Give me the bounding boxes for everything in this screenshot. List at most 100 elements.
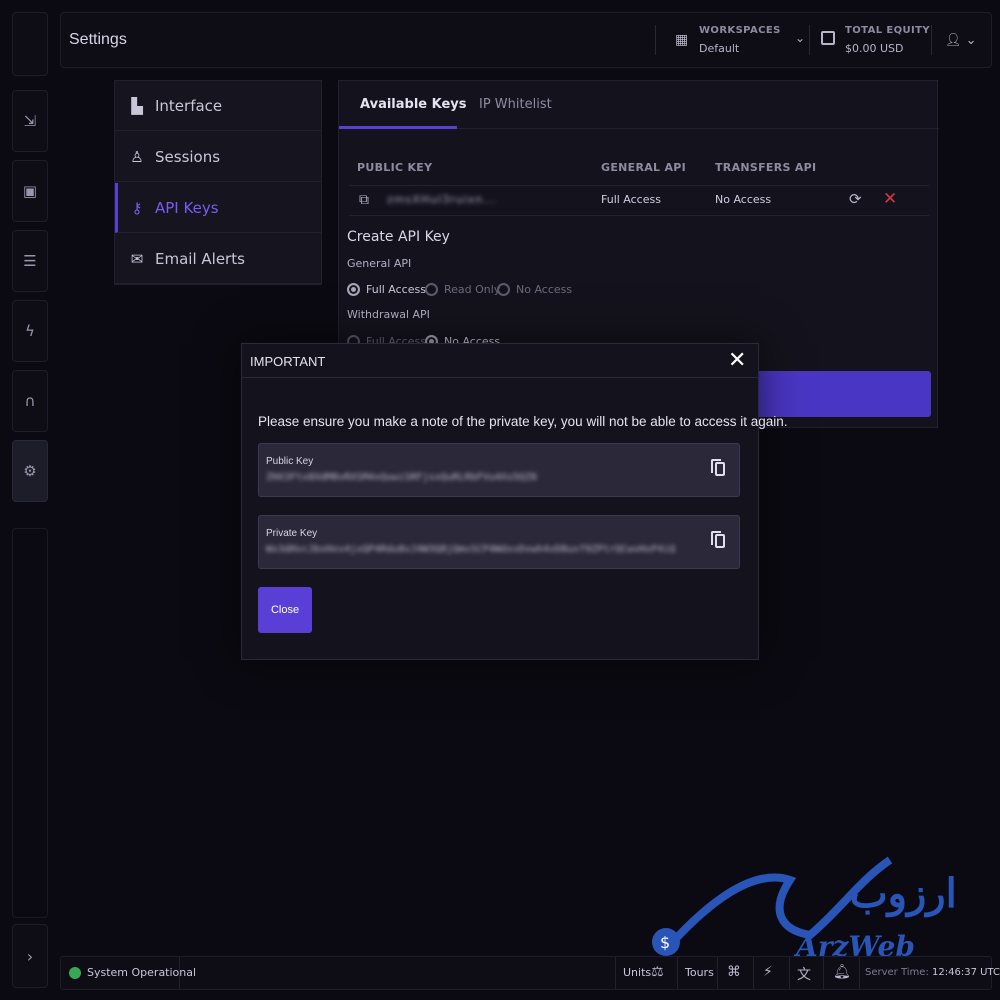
menu-item-sessions[interactable]: ♙ Sessions bbox=[115, 132, 321, 182]
important-modal: IMPORTANT ✕ Please ensure you make a not… bbox=[241, 343, 788, 660]
general-api-label: General API bbox=[347, 257, 412, 270]
create-api-key-title: Create API Key bbox=[347, 229, 450, 245]
left-rail: ⇲ ▣ ☰ ϟ ∩ ⚙ › bbox=[12, 12, 48, 988]
radio-general-full-access[interactable]: Full Access bbox=[347, 283, 426, 296]
column-header-transfers-api: TRANSFERS API bbox=[715, 161, 817, 174]
divider bbox=[349, 185, 929, 186]
workspaces-label: WORKSPACES bbox=[699, 25, 781, 36]
radio-label: Full Access bbox=[366, 283, 426, 296]
tours-button[interactable]: Tours bbox=[685, 966, 714, 979]
command-icon[interactable]: ⌘ bbox=[727, 964, 741, 980]
footer-divider bbox=[753, 957, 754, 989]
radio-label: Read Only bbox=[444, 283, 501, 296]
public-key-value: ZHX3Ftx8XdM8vRXSM4xQuwiSRFjsxQuRLRbFVu4X… bbox=[266, 472, 537, 483]
close-icon[interactable]: ✕ bbox=[728, 348, 746, 373]
modal-message: Please ensure you make a note of the pri… bbox=[258, 414, 788, 429]
menu-item-label: API Keys bbox=[155, 198, 219, 217]
transfers-api-cell: No Access bbox=[715, 193, 772, 206]
header-divider bbox=[655, 25, 656, 55]
radio-general-no-access[interactable]: No Access bbox=[497, 283, 572, 296]
radio-label: No Access bbox=[516, 283, 573, 296]
general-api-cell: Full Access bbox=[601, 193, 661, 206]
layout-icon: ▙ bbox=[131, 96, 143, 115]
mail-icon: ✉ bbox=[130, 249, 144, 268]
radio-dot bbox=[425, 283, 438, 296]
refresh-icon[interactable]: ⟳ bbox=[849, 190, 862, 208]
footer-divider bbox=[615, 957, 616, 989]
wallet-icon[interactable]: ▣ bbox=[12, 160, 48, 222]
menu-item-label: Email Alerts bbox=[155, 249, 245, 268]
top-header: Settings ▦ WORKSPACES Default ⌄ TOTAL EQ… bbox=[60, 12, 992, 68]
menu-item-api-keys[interactable]: ⚷ API Keys bbox=[115, 183, 321, 233]
private-key-field: Private Key Wx3dHvcJbxHxv4jxQP4Rdu8vJ4W3… bbox=[258, 515, 740, 569]
create-key-button[interactable] bbox=[739, 371, 931, 417]
private-key-label: Private Key bbox=[266, 528, 318, 539]
footer-divider bbox=[677, 957, 678, 989]
list-icon[interactable]: ☰ bbox=[12, 230, 48, 292]
headset-icon[interactable]: ∩ bbox=[12, 370, 48, 432]
server-time-label: Server Time: bbox=[865, 967, 929, 978]
workspaces-value: Default bbox=[699, 42, 740, 55]
modal-header: IMPORTANT ✕ bbox=[242, 344, 758, 378]
rail-spacer bbox=[12, 528, 48, 918]
user-sessions-icon: ♙ bbox=[130, 147, 144, 166]
public-key-label: Public Key bbox=[266, 456, 314, 467]
status-footer: System Operational Units ⚖ Tours ⌘ ⚡ 文 🔔… bbox=[60, 956, 1000, 990]
page-title: Settings bbox=[69, 31, 127, 48]
copy-icon[interactable] bbox=[711, 459, 725, 476]
copy-icon[interactable]: ⧉ bbox=[359, 192, 369, 208]
footer-divider bbox=[789, 957, 790, 989]
rail-logo-slot bbox=[12, 12, 48, 76]
footer-divider bbox=[859, 957, 860, 989]
tab-available-keys[interactable]: Available Keys bbox=[360, 97, 467, 112]
units-icon[interactable]: ⚖ bbox=[651, 964, 664, 980]
server-time: Server Time: 12:46:37 UTC bbox=[865, 967, 1000, 978]
header-divider bbox=[931, 25, 932, 55]
bolt-icon[interactable]: ⚡ bbox=[763, 964, 773, 980]
copy-icon[interactable] bbox=[711, 531, 725, 548]
private-key-value: Wx3dHvcJbxHxv4jxQP4Rdu8vJ4W3Q8jQmvSCP4Wd… bbox=[266, 544, 676, 555]
user-menu-icon[interactable]: 👤︎ ⌄ bbox=[945, 33, 977, 48]
modal-title: IMPORTANT bbox=[250, 354, 326, 369]
menu-item-email-alerts[interactable]: ✉ Email Alerts bbox=[115, 234, 321, 284]
menu-item-interface[interactable]: ▙ Interface bbox=[115, 81, 321, 131]
close-button[interactable]: Close bbox=[258, 587, 312, 633]
swap-icon[interactable]: ⇲ bbox=[12, 90, 48, 152]
withdrawal-api-label: Withdrawal API bbox=[347, 308, 430, 321]
arzweb-watermark: $ ارزوب ArzWeb bbox=[640, 850, 960, 970]
server-time-value: 12:46:37 UTC bbox=[932, 967, 1000, 978]
equity-label: TOTAL EQUITY bbox=[845, 25, 930, 36]
footer-divider bbox=[823, 957, 824, 989]
settings-gear-icon[interactable]: ⚙ bbox=[12, 440, 48, 502]
footer-divider bbox=[717, 957, 718, 989]
settings-menu: ▙ Interface ♙ Sessions ⚷ API Keys ✉ Emai… bbox=[114, 80, 322, 285]
grid-icon: ▦ bbox=[675, 32, 689, 48]
translate-icon[interactable]: 文 bbox=[797, 964, 811, 984]
radio-dot bbox=[497, 283, 510, 296]
svg-text:$: $ bbox=[660, 933, 670, 952]
tab-ip-whitelist[interactable]: IP Whitelist bbox=[479, 97, 552, 112]
menu-item-label: Interface bbox=[155, 96, 223, 115]
lightning-icon[interactable]: ϟ bbox=[12, 300, 48, 362]
tab-bar: Available Keys IP Whitelist bbox=[339, 81, 939, 129]
key-icon: ⚷ bbox=[131, 198, 143, 217]
bell-icon[interactable]: 🔔︎ bbox=[833, 964, 851, 980]
public-key-cell: zmsXHuI3ruixn... bbox=[387, 193, 497, 206]
active-tab-indicator bbox=[339, 126, 457, 129]
radio-dot bbox=[347, 283, 360, 296]
radio-general-read-only[interactable]: Read Only bbox=[425, 283, 500, 296]
wallet-icon bbox=[821, 31, 835, 45]
units-button[interactable]: Units bbox=[623, 966, 651, 979]
workspaces-selector[interactable]: ▦ WORKSPACES Default ⌄ bbox=[675, 23, 815, 59]
delete-icon[interactable]: ✕ bbox=[883, 189, 897, 209]
chevron-down-icon: ⌄ bbox=[795, 31, 806, 45]
column-header-public-key: PUBLIC KEY bbox=[357, 161, 433, 174]
equity-value: $0.00 USD bbox=[845, 42, 904, 55]
status-dot bbox=[69, 966, 81, 979]
expand-chevron-icon[interactable]: › bbox=[12, 924, 48, 988]
system-status: System Operational bbox=[69, 966, 196, 979]
watermark-text-fa: ارزوب bbox=[850, 870, 957, 917]
public-key-field: Public Key ZHX3Ftx8XdM8vRXSM4xQuwiSRFjsx… bbox=[258, 443, 740, 497]
header-divider bbox=[809, 25, 810, 55]
column-header-general-api: GENERAL API bbox=[601, 161, 687, 174]
